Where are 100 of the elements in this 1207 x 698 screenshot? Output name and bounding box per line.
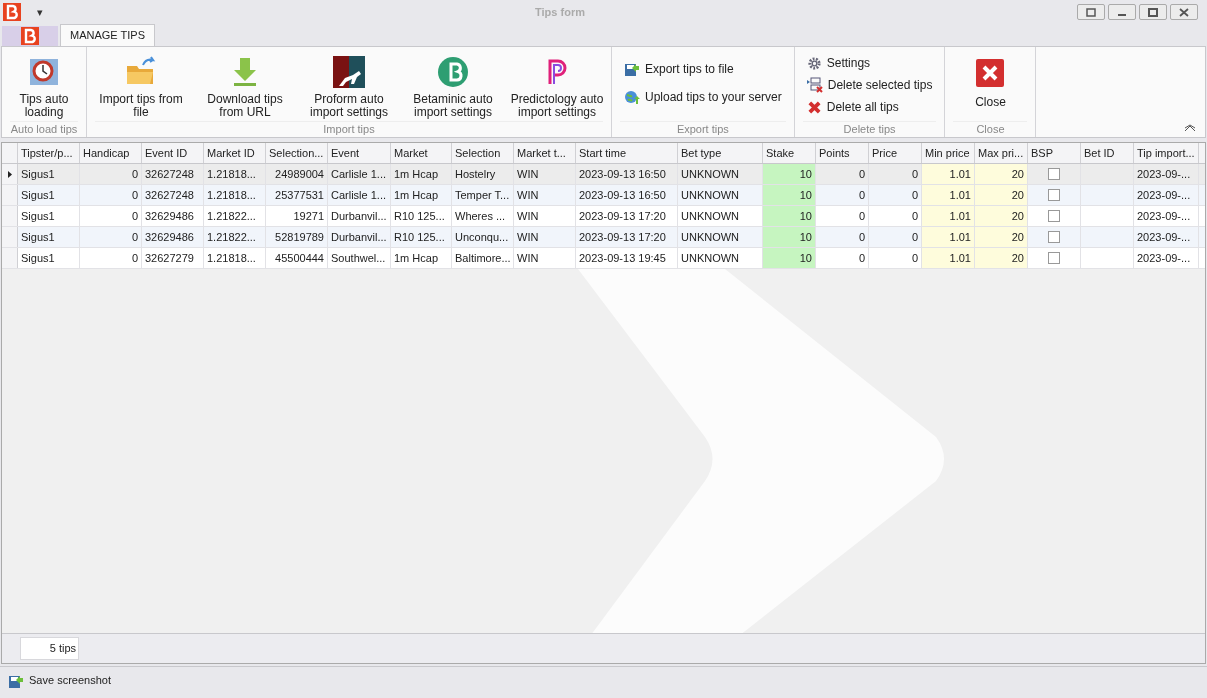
horse-jumper-icon (333, 55, 365, 88)
close-button[interactable] (1170, 4, 1198, 20)
table-cell: Carlisle 1... (328, 185, 391, 205)
bsp-checkbox[interactable] (1048, 252, 1060, 264)
column-header[interactable]: BSP (1028, 143, 1081, 163)
table-cell: Sigus1 (18, 164, 80, 184)
table-cell: R10 125... (391, 227, 452, 247)
table-cell: Sigus1 (18, 206, 80, 226)
table-cell: 0 (80, 227, 142, 247)
table-cell: 2023-09-13 17:20 (576, 206, 678, 226)
table-cell: 10 (763, 206, 816, 226)
globe-upload-icon (624, 89, 640, 105)
app-menu-button[interactable] (2, 26, 58, 46)
quick-access-dropdown[interactable]: ▾ (37, 3, 43, 21)
table-cell: 2023-09-13 16:50 (576, 185, 678, 205)
column-header[interactable]: Tip import... (1134, 143, 1199, 163)
ribbon-button[interactable]: Settings (802, 53, 937, 73)
table-row[interactable]: Sigus1 0 32629486 1.21822... 52819789 Durbanvil... R10 125... Unconqu... WIN 2023-09-13 17:20 UNKNOWN 10 0 0 1.01 20 2023-09-... (2, 227, 1205, 248)
table-cell: Carlisle 1... (328, 164, 391, 184)
maximize-button[interactable] (1139, 4, 1167, 20)
table-cell: Baltimore... (452, 248, 514, 268)
tip-count-field: 5 tips (20, 637, 79, 660)
table-row[interactable]: Sigus1 0 32627279 1.21818... 45500444 Southwel... 1m Hcap Baltimore... WIN 2023-09-13 19:45 UNKNOWN 10 0 0 1.01 20 2023-09-... (2, 248, 1205, 269)
column-header[interactable]: Handicap (80, 143, 142, 163)
table-cell: 0 (816, 227, 869, 247)
column-header[interactable]: Event ID (142, 143, 204, 163)
ribbon-button[interactable]: Delete all tips (802, 97, 937, 117)
table-cell: 2023-09-... (1134, 248, 1199, 268)
ribbon-button[interactable]: Download tips from URL (195, 51, 295, 119)
table-row[interactable]: Sigus1 0 32629486 1.21822... 19271 Durbanvil... R10 125... Wheres ... WIN 2023-09-13 17:20 UNKNOWN 10 0 0 1.01 20 2023-09-... (2, 206, 1205, 227)
table-cell: 20 (975, 206, 1028, 226)
column-header[interactable]: Points (816, 143, 869, 163)
column-header[interactable]: Start time (576, 143, 678, 163)
delete-icon (806, 99, 822, 115)
window-title: Tips form (534, 4, 586, 20)
ribbon-button[interactable]: Tips auto loading (6, 51, 82, 119)
ribbon-button[interactable]: Export tips to file (620, 59, 786, 79)
column-header[interactable]: Bet ID (1081, 143, 1134, 163)
column-header[interactable]: Market t... (514, 143, 576, 163)
column-header[interactable]: Selection (452, 143, 514, 163)
table-cell: 2023-09-... (1134, 164, 1199, 184)
column-header[interactable]: Market ID (204, 143, 266, 163)
app-logo-icon (3, 3, 21, 21)
ribbon-button[interactable]: Import tips from file (91, 51, 191, 119)
table-cell: 20 (975, 185, 1028, 205)
bsp-checkbox[interactable] (1048, 210, 1060, 222)
ribbon-button[interactable]: Proform auto import settings (299, 51, 399, 119)
table-cell: 2023-09-13 19:45 (576, 248, 678, 268)
bsp-checkbox[interactable] (1048, 189, 1060, 201)
table-cell: 20 (975, 248, 1028, 268)
gear-icon (806, 55, 822, 71)
table-row[interactable]: Sigus1 0 32627248 1.21818... 25377531 Carlisle 1... 1m Hcap Temper T... WIN 2023-09-13 16:50 UNKNOWN 10 0 0 1.01 20 2023-09-... (2, 185, 1205, 206)
table-cell: 1m Hcap (391, 248, 452, 268)
bsp-checkbox[interactable] (1048, 231, 1060, 243)
column-header[interactable]: Market (391, 143, 452, 163)
table-cell: 2023-09-13 17:20 (576, 227, 678, 247)
table-cell: 1m Hcap (391, 185, 452, 205)
minimize-button[interactable] (1108, 4, 1136, 20)
table-cell: 2023-09-... (1134, 227, 1199, 247)
table-cell: WIN (514, 164, 576, 184)
table-cell: 32629486 (142, 206, 204, 226)
table-cell: 32627248 (142, 185, 204, 205)
ribbon-tab[interactable]: MANAGE TIPS (60, 24, 155, 46)
fullscreen-button[interactable] (1077, 4, 1105, 20)
table-cell: 1.21818... (204, 248, 266, 268)
table-row[interactable]: Sigus1 0 32627248 1.21818... 24989004 Carlisle 1... 1m Hcap Hostelry WIN 2023-09-13 16:50 UNKNOWN 10 0 0 1.01 20 2023-09-... (2, 164, 1205, 185)
table-cell: 20 (975, 227, 1028, 247)
table-cell: 0 (80, 206, 142, 226)
column-header[interactable]: Selection... (266, 143, 328, 163)
bsp-checkbox[interactable] (1048, 168, 1060, 180)
row-pointer-icon (7, 170, 12, 178)
collapse-ribbon-icon[interactable] (1184, 124, 1196, 132)
ribbon-button[interactable]: Betaminic auto import settings (403, 51, 503, 119)
ribbon-button[interactable]: Upload tips to your server (620, 87, 786, 107)
table-cell: 52819789 (266, 227, 328, 247)
table-cell: 0 (816, 164, 869, 184)
table-cell: 2023-09-... (1134, 185, 1199, 205)
table-cell: WIN (514, 248, 576, 268)
column-header[interactable]: Stake (763, 143, 816, 163)
table-cell: Temper T... (452, 185, 514, 205)
ribbon-group-label: Close (953, 121, 1028, 137)
table-cell: 1.21818... (204, 164, 266, 184)
table-cell: 45500444 (266, 248, 328, 268)
column-header[interactable]: Max pri... (975, 143, 1028, 163)
table-cell: 0 (816, 185, 869, 205)
ribbon-button[interactable]: Close (949, 51, 1032, 119)
column-header[interactable]: Event (328, 143, 391, 163)
ribbon-button[interactable]: Predictology auto import settings (507, 51, 607, 119)
save-screenshot-button[interactable]: Save screenshot (8, 672, 111, 689)
column-header[interactable]: Price (869, 143, 922, 163)
row-indicator[interactable] (2, 164, 18, 184)
table-cell: 19271 (266, 206, 328, 226)
table-cell: 2023-09-... (1134, 206, 1199, 226)
table-cell: 1.01 (922, 227, 975, 247)
ribbon-button[interactable]: Delete selected tips (802, 75, 937, 95)
column-header[interactable]: Tipster/p... (18, 143, 80, 163)
table-cell: 2023-09-13 16:50 (576, 164, 678, 184)
column-header[interactable]: Min price (922, 143, 975, 163)
table-cell: 1.21822... (204, 206, 266, 226)
column-header[interactable]: Bet type (678, 143, 763, 163)
